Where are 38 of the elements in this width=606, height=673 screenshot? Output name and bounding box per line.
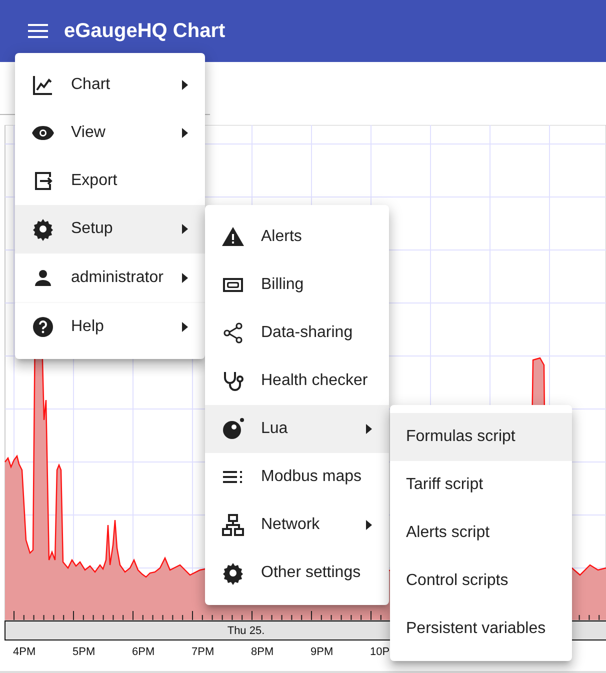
menu-item[interactable]: administrator <box>15 254 205 302</box>
menu-item[interactable]: Export <box>15 157 205 205</box>
warning-icon <box>221 225 245 249</box>
menu-item[interactable]: View <box>15 109 205 157</box>
hour-label: 7PM <box>192 646 214 658</box>
menu-item[interactable]: Network <box>205 501 389 549</box>
settings-icon <box>31 217 55 241</box>
share-icon <box>221 321 245 345</box>
menu-icon[interactable] <box>28 24 48 38</box>
hour-label: 4PM <box>13 646 36 658</box>
menu-item[interactable]: Setup <box>15 205 205 253</box>
planet-icon <box>221 417 245 441</box>
menu-item[interactable]: Lua <box>205 405 389 453</box>
settings-icon <box>221 561 245 585</box>
app-title: eGaugeHQ Chart <box>64 19 226 44</box>
menu-item[interactable]: Alerts script <box>390 509 572 557</box>
stethoscope-icon <box>221 369 245 393</box>
menu-item[interactable]: Health checker <box>205 357 389 405</box>
menu-item[interactable]: Tariff script <box>390 461 572 509</box>
menu-item[interactable]: Formulas script <box>390 413 572 461</box>
menu-item[interactable]: Persistent variables <box>390 605 572 653</box>
help-icon <box>31 315 55 339</box>
menu-item[interactable]: Chart <box>15 61 205 109</box>
menu-item[interactable]: Data-sharing <box>205 309 389 357</box>
menu-item[interactable]: Other settings <box>205 549 389 597</box>
hour-label: 9PM <box>310 646 334 658</box>
line-chart-icon <box>31 73 55 97</box>
date-label: Thu 25. <box>227 625 265 637</box>
hour-label: 5PM <box>72 646 96 658</box>
menu-item[interactable]: Billing <box>205 261 389 309</box>
network-icon <box>221 513 245 537</box>
hour-label: 6PM <box>132 646 155 658</box>
menu-item[interactable]: Help <box>15 303 205 351</box>
hour-label: 10P <box>370 646 390 658</box>
menu-item[interactable]: Alerts <box>205 213 389 261</box>
hour-label: 8PM <box>251 646 274 658</box>
menu-item[interactable]: Control scripts <box>390 557 572 605</box>
menu-item[interactable]: Modbus maps <box>205 453 389 501</box>
